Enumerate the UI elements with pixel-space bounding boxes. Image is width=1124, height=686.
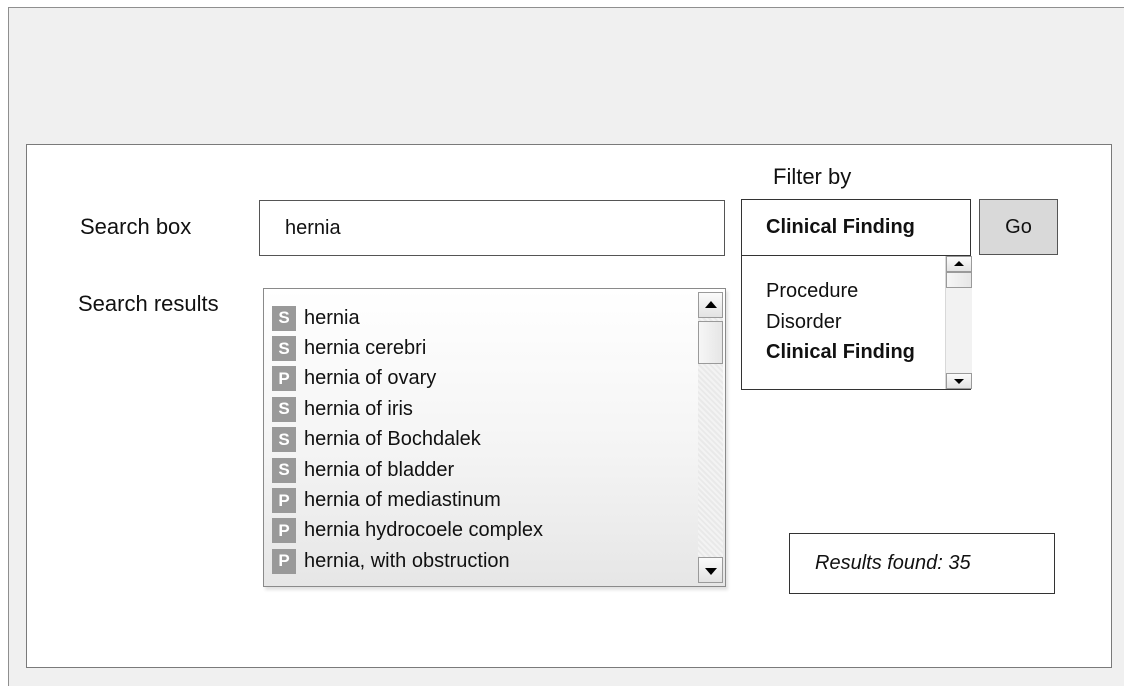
filter-option-disorder[interactable]: Disorder [766,311,842,334]
filter-option-clinical-finding[interactable]: Clinical Finding [766,341,915,364]
list-item[interactable]: Phernia of ovary [264,364,695,394]
filter-scroll-down-button[interactable] [946,373,972,389]
result-text: hernia of ovary [304,367,437,390]
list-item[interactable]: Phernia, with obstruction [264,546,695,576]
results-count: Results found: 35 [789,533,1055,594]
result-type-badge: P [272,366,296,392]
result-text: hernia of Bochdalek [304,428,481,451]
filter-scroll-thumb[interactable] [946,272,972,288]
scroll-thumb[interactable] [698,321,723,364]
result-type-badge: P [272,518,296,544]
result-type-badge: S [272,457,296,483]
result-type-badge: S [272,336,296,362]
result-text: hernia of bladder [304,458,455,481]
go-button[interactable]: Go [979,199,1058,255]
filter-scroll-up-button[interactable] [946,256,972,272]
search-results-label: Search results [78,291,219,316]
result-text: hernia cerebri [304,337,427,360]
list-item[interactable]: Shernia of bladder [264,455,695,485]
result-type-badge: S [272,427,296,453]
result-type-badge: P [272,548,296,574]
result-type-badge: S [272,305,296,331]
result-text: hernia [304,306,360,329]
arrow-up-icon [705,301,717,308]
search-input[interactable]: hernia [259,200,725,256]
filter-scrollbar[interactable] [945,256,972,389]
result-text: hernia, with obstruction [304,549,510,572]
results-scrollbar[interactable] [698,292,723,583]
arrow-down-icon [705,568,717,575]
result-type-badge: P [272,488,296,514]
list-item[interactable]: Shernia of iris [264,394,695,424]
scroll-down-button[interactable] [698,557,723,583]
result-text: hernia of iris [304,397,413,420]
arrow-down-icon [954,379,964,384]
search-results-list[interactable]: Shernia Shernia cerebri Phernia of ovary… [263,288,726,587]
arrow-up-icon [954,261,964,266]
list-item[interactable]: Shernia [264,303,695,333]
filter-options-list[interactable]: Procedure Disorder Clinical Finding [741,255,972,390]
search-box-label: Search box [80,214,192,239]
result-text: hernia of mediastinum [304,489,501,512]
list-item[interactable]: Shernia cerebri [264,333,695,363]
filter-option-procedure[interactable]: Procedure [766,280,858,303]
scroll-up-button[interactable] [698,292,723,318]
result-type-badge: S [272,396,296,422]
list-item[interactable]: Phernia hydrocoele complex [264,516,695,546]
result-text: hernia hydrocoele complex [304,519,544,542]
list-item[interactable]: Phernia of mediastinum [264,485,695,515]
filter-select[interactable]: Clinical Finding [741,199,971,256]
filter-by-label: Filter by [773,164,852,189]
list-item[interactable]: Shernia of Bochdalek [264,425,695,455]
